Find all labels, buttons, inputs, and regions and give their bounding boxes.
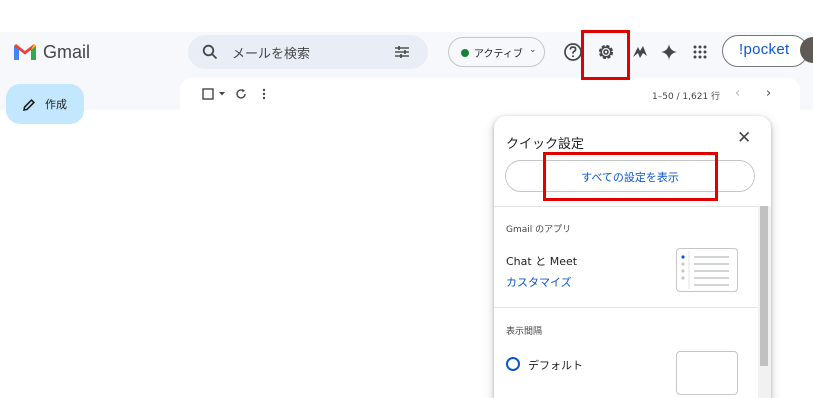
refresh-icon[interactable] [235, 88, 247, 100]
pocket-extension-button[interactable]: !pocket [722, 35, 808, 67]
all-settings-highlight [543, 152, 718, 201]
search-options-icon[interactable] [394, 44, 410, 60]
density-default-label: デフォルト [528, 359, 583, 372]
compose-button[interactable]: 作成 [6, 84, 84, 124]
customize-link[interactable]: カスタマイズ [506, 274, 572, 290]
app-name[interactable]: Gmail [43, 42, 90, 63]
gmail-logo-icon[interactable] [13, 43, 37, 61]
search-bar[interactable]: メールを検索 [188, 35, 428, 69]
select-all-checkbox[interactable] [202, 88, 214, 100]
density-thumbnail[interactable] [676, 351, 738, 395]
search-icon[interactable] [202, 44, 218, 60]
status-label: アクティブ [474, 49, 523, 60]
density-section-title: 表示間隔 [506, 327, 543, 337]
pencil-icon [22, 98, 36, 112]
next-page-icon[interactable]: › [766, 86, 771, 101]
search-input[interactable]: メールを検索 [232, 43, 310, 62]
chat-meet-thumbnail[interactable] [676, 248, 738, 292]
scrollbar-thumb[interactable] [760, 206, 768, 366]
divider [494, 307, 759, 308]
settings-highlight [581, 30, 630, 80]
status-dropdown[interactable]: アクティブ ⌄ [448, 37, 545, 67]
extension-icon[interactable] [629, 41, 651, 63]
divider [494, 206, 759, 207]
pocket-label: !pocket [739, 41, 790, 58]
gemini-icon[interactable] [658, 41, 680, 63]
pager-text: 1–50 / 1,621 行 [652, 92, 721, 102]
compose-label: 作成 [45, 98, 67, 111]
chevron-down-icon[interactable] [218, 91, 226, 97]
apps-grid-icon[interactable] [689, 41, 711, 63]
status-dot [461, 49, 469, 57]
apps-section-title: Gmail のアプリ [506, 225, 572, 235]
more-options-icon[interactable] [262, 88, 266, 100]
chevron-down-icon: ⌄ [529, 45, 537, 55]
close-icon[interactable]: ✕ [737, 128, 751, 148]
density-default-radio[interactable] [506, 357, 520, 371]
previous-page-icon[interactable]: ‹ [735, 86, 740, 101]
chat-meet-label: Chat と Meet [506, 255, 578, 268]
panel-title: クイック設定 [506, 137, 585, 152]
